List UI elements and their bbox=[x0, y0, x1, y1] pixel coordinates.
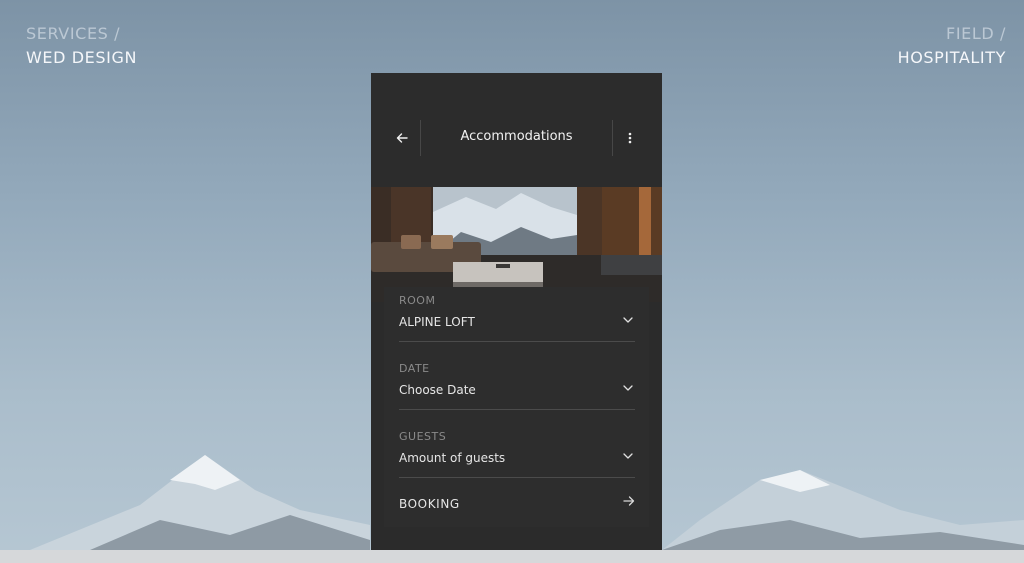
room-select[interactable]: ALPINE LOFT bbox=[399, 312, 635, 342]
back-button[interactable] bbox=[387, 121, 417, 155]
booking-label: BOOKING bbox=[399, 497, 460, 511]
header-divider-right bbox=[612, 120, 613, 156]
chevron-down-icon bbox=[623, 317, 633, 323]
services-label: SERVICES / WED DESIGN bbox=[26, 22, 137, 70]
services-heading: SERVICES / bbox=[26, 24, 121, 43]
more-options-button[interactable] bbox=[615, 121, 645, 155]
app-header: Accommodations bbox=[371, 73, 662, 187]
booking-form: ROOM ALPINE LOFT DATE Choose Date GUESTS… bbox=[384, 287, 649, 527]
guests-label: GUESTS bbox=[399, 430, 447, 443]
field-value: HOSPITALITY bbox=[897, 48, 1006, 67]
bottom-strip bbox=[0, 550, 1024, 563]
booking-button[interactable]: BOOKING bbox=[399, 491, 635, 519]
date-label: DATE bbox=[399, 362, 430, 375]
page-title: Accommodations bbox=[460, 129, 573, 144]
date-value: Choose Date bbox=[399, 383, 476, 397]
guests-select[interactable]: Amount of guests bbox=[399, 448, 635, 478]
room-label: ROOM bbox=[399, 294, 436, 307]
guests-value: Amount of guests bbox=[399, 451, 506, 465]
field-heading: FIELD / bbox=[946, 24, 1006, 43]
room-value: ALPINE LOFT bbox=[399, 315, 475, 329]
room-hero-image bbox=[371, 187, 662, 302]
arrow-left-icon bbox=[396, 133, 408, 143]
date-select[interactable]: Choose Date bbox=[399, 380, 635, 410]
room-field: ROOM ALPINE LOFT bbox=[399, 294, 635, 342]
app-screen: Accommodations ROOM ALPINE LOFT DATE Cho… bbox=[371, 73, 662, 550]
services-value: WED DESIGN bbox=[26, 48, 138, 67]
more-vertical-icon bbox=[628, 132, 632, 144]
chevron-down-icon bbox=[623, 453, 633, 459]
field-label: FIELD / HOSPITALITY bbox=[898, 22, 1006, 70]
arrow-right-icon bbox=[623, 496, 635, 506]
guests-field: GUESTS Amount of guests bbox=[399, 430, 635, 478]
date-field: DATE Choose Date bbox=[399, 362, 635, 410]
chevron-down-icon bbox=[623, 385, 633, 391]
